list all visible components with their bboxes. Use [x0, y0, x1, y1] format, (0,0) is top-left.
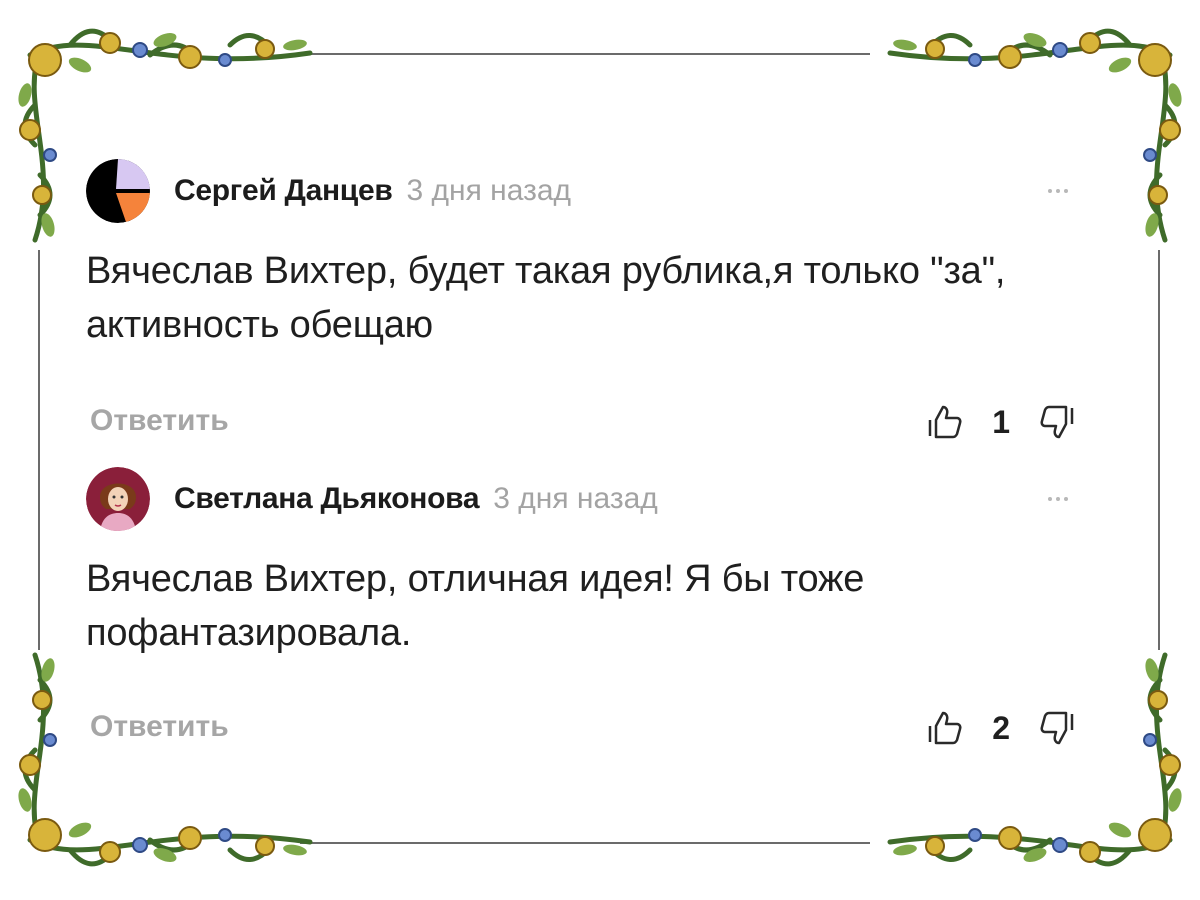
frame-right-line [1158, 250, 1160, 650]
comment-item: Сергей Данцев 3 дня назад Вячеслав Вихте… [86, 158, 1076, 452]
comment-text: Вячеслав Вихтер, отличная идея! Я бы тож… [86, 558, 865, 654]
comment-footer: Ответить 1 [86, 392, 1076, 452]
like-count: 2 [992, 709, 1010, 746]
more-dots-icon[interactable] [1048, 176, 1068, 206]
frame-left-line [38, 250, 40, 650]
like-count: 1 [992, 403, 1010, 440]
avatar[interactable] [86, 467, 150, 531]
thumbs-down-icon[interactable] [1036, 402, 1076, 442]
abstract-orange-purple-avatar-icon [86, 159, 150, 223]
comment-author[interactable]: Светлана Дьяконова [174, 482, 480, 516]
comment-time: 3 дня назад [493, 482, 658, 515]
more-dots-icon[interactable] [1048, 484, 1068, 514]
comment-author[interactable]: Сергей Данцев [174, 174, 393, 208]
illustrated-woman-avatar-icon [86, 467, 150, 531]
thumbs-down-icon[interactable] [1036, 708, 1076, 748]
comment-footer: Ответить 2 [86, 698, 1076, 758]
frame-bottom-line [300, 842, 870, 844]
comment-text: Вячеслав Вихтер, будет такая рублика,я т… [86, 250, 1006, 346]
thumbs-up-icon[interactable] [926, 708, 966, 748]
comment-header: Светлана Дьяконова 3 дня назад [86, 466, 1076, 532]
reply-button[interactable]: Ответить [90, 710, 229, 744]
vote-controls: 2 [926, 698, 1076, 758]
thumbs-up-icon[interactable] [926, 402, 966, 442]
vote-controls: 1 [926, 392, 1076, 452]
frame-top-line [300, 53, 870, 55]
comment-time: 3 дня назад [406, 174, 572, 207]
comment-item: Светлана Дьяконова 3 дня назад Вячеслав … [86, 466, 1076, 758]
comment-header: Сергей Данцев 3 дня назад [86, 158, 1076, 224]
avatar[interactable] [86, 159, 150, 223]
reply-button[interactable]: Ответить [90, 404, 229, 438]
